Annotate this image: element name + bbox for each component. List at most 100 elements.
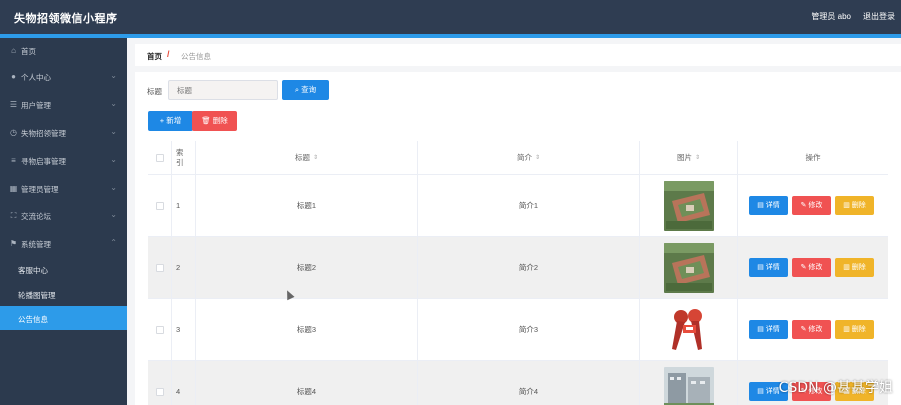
sidebar-item-label: 首页 [21, 47, 36, 56]
delete-button[interactable]: ▥ 删除 [835, 258, 874, 277]
edit-button[interactable]: ✎ 修改 [792, 196, 831, 215]
row-index: 3 [172, 299, 196, 360]
row-checkbox[interactable] [155, 263, 164, 272]
query-button[interactable]: ⌕ 查询 [282, 80, 329, 100]
chevron-down-icon: ⌄ [110, 210, 117, 219]
view-label: 详情 [765, 202, 780, 209]
header-picture[interactable]: 图片 ⇕ [640, 141, 738, 174]
edit-button[interactable]: ✎ 修改 [792, 258, 831, 277]
chevron-up-icon: ⌃ [110, 238, 117, 247]
table-row: 4 标题4 简介4 ▤ 详情 ✎ 修改 ▥ 删除 [148, 361, 888, 405]
current-user-label: 管理员 abo [811, 12, 851, 21]
menu-icon: ≡ [11, 156, 16, 165]
row-checkbox[interactable] [155, 387, 164, 396]
content-panel: 标题 ⌕ 查询 + 新增 🗑 删除 索引 标题⇕ 简介⇕ 图片⇕ 操作 1 [135, 72, 901, 405]
edit-label: 修改 [808, 202, 823, 209]
chevron-down-icon: ⌄ [110, 99, 117, 108]
sidebar: ⌂ 首页 ● 个人中心 ⌄ ☰ 用户管理 ⌄ ◷ 失物招领管理 ⌄ ≡ 寻物启事… [0, 38, 127, 405]
row-checkbox-cell [148, 361, 172, 405]
row-checkbox[interactable] [155, 325, 164, 334]
add-button-label: 新增 [166, 116, 182, 125]
sidebar-item-admin-management[interactable]: ▦ 管理员管理 ⌄ [0, 176, 127, 202]
row-picture-cell [640, 237, 738, 298]
top-header: 失物招领微信小程序 管理员 abo 退出登录 [0, 0, 901, 34]
announcement-table: 索引 标题 ⇕ 简介 ⇕ 图片 ⇕ 操作 1 标题1 简介1 ▤ 详情 ✎ 修改… [148, 141, 888, 405]
sidebar-item-label: 个人中心 [21, 73, 51, 82]
sidebar-subitem-carousel[interactable]: 轮播图管理 [0, 282, 127, 306]
campus-aerial-image[interactable] [663, 242, 714, 293]
row-intro: 简介4 [418, 361, 640, 405]
sidebar-subitem-customer-service[interactable]: 客服中心 [0, 257, 127, 281]
view-label: 详情 [765, 264, 780, 271]
sort-icon[interactable]: ⇕ [695, 154, 700, 161]
row-title: 标题2 [196, 237, 418, 298]
row-title: 标题4 [196, 361, 418, 405]
app-title: 失物招领微信小程序 [14, 13, 118, 25]
sidebar-item-home[interactable]: ⌂ 首页 [0, 38, 127, 64]
chevron-down-icon: ⌄ [110, 71, 117, 80]
header-title[interactable]: 标题 ⇕ [196, 141, 418, 174]
batch-delete-button[interactable]: 🗑 删除 [192, 111, 237, 131]
main-content: 首页 / 公告信息 标题 ⌕ 查询 + 新增 🗑 删除 索引 标题⇕ 简介⇕ 图… [127, 38, 901, 405]
header-index: 索引 [172, 141, 196, 174]
logout-link[interactable]: 退出登录 [863, 11, 895, 22]
chevron-down-icon: ⌄ [110, 155, 117, 164]
view-icon: ▤ [757, 264, 766, 271]
sidebar-item-label: 管理员管理 [21, 185, 59, 194]
sidebar-subitem-label: 公告信息 [18, 315, 48, 324]
table-header: 索引 标题 ⇕ 简介 ⇕ 图片 ⇕ 操作 [148, 141, 888, 175]
sort-icon[interactable]: ⇕ [535, 154, 540, 161]
row-intro: 简介1 [418, 175, 640, 236]
edit-label: 修改 [808, 326, 823, 333]
edit-button[interactable]: ✎ 修改 [792, 320, 831, 339]
delete-label: 删除 [851, 264, 866, 271]
trash-icon: ▥ [843, 326, 852, 333]
home-icon: ⌂ [11, 46, 16, 55]
sidebar-item-user-management[interactable]: ☰ 用户管理 ⌄ [0, 92, 127, 118]
row-picture-cell [640, 175, 738, 236]
row-title: 标题3 [196, 299, 418, 360]
view-button[interactable]: ▤ 详情 [749, 196, 788, 215]
microphones-image[interactable] [663, 304, 714, 355]
header-checkbox-cell [148, 141, 172, 174]
sidebar-item-system-management[interactable]: ⚑ 系统管理 ⌃ [0, 231, 127, 257]
delete-button[interactable]: ▥ 删除 [835, 320, 874, 339]
building-image[interactable] [663, 366, 714, 405]
sidebar-item-label: 交流论坛 [21, 212, 51, 221]
sort-icon[interactable]: ⇕ [313, 154, 318, 161]
row-checkbox-cell [148, 299, 172, 360]
row-operations: ▤ 详情 ✎ 修改 ▥ 删除 [738, 299, 888, 360]
chevron-down-icon: ⌄ [110, 183, 117, 192]
add-button[interactable]: + 新增 [148, 111, 193, 131]
sidebar-item-personal-center[interactable]: ● 个人中心 ⌄ [0, 64, 127, 90]
trash-icon: ▥ [843, 202, 852, 209]
sidebar-item-lost-found[interactable]: ◷ 失物招领管理 ⌄ [0, 120, 127, 146]
delete-label: 删除 [851, 202, 866, 209]
sidebar-subitem-label: 轮播图管理 [18, 291, 56, 300]
title-search-input[interactable] [168, 80, 278, 100]
header-intro[interactable]: 简介 ⇕ [418, 141, 640, 174]
view-button[interactable]: ▤ 详情 [749, 258, 788, 277]
sidebar-item-label: 用户管理 [21, 101, 51, 110]
header-intro-label: 简介 [516, 153, 532, 162]
row-checkbox[interactable] [155, 201, 164, 210]
view-button[interactable]: ▤ 详情 [749, 320, 788, 339]
sidebar-item-forum[interactable]: ⛶ 交流论坛 ⌄ [0, 203, 127, 229]
sidebar-subitem-announcements[interactable]: 公告信息 [0, 306, 127, 330]
campus-aerial-image[interactable] [663, 180, 714, 231]
flag-icon: ⚑ [9, 239, 18, 248]
delete-button[interactable]: ▥ 删除 [835, 196, 874, 215]
delete-label: 删除 [851, 326, 866, 333]
breadcrumb-home[interactable]: 首页 [147, 51, 162, 62]
row-operations: ▤ 详情 ✎ 修改 ▥ 删除 [738, 237, 888, 298]
view-icon: ▤ [757, 326, 766, 333]
select-all-checkbox[interactable] [155, 153, 164, 162]
breadcrumb-current: 公告信息 [181, 52, 211, 61]
sidebar-item-lost-notice[interactable]: ≡ 寻物启事管理 ⌄ [0, 148, 127, 174]
chevron-down-icon: ⌄ [110, 127, 117, 136]
row-index: 4 [172, 361, 196, 405]
view-icon: ▤ [757, 202, 766, 209]
list-icon: ☰ [9, 100, 18, 109]
row-picture-cell [640, 361, 738, 405]
forum-icon: ⛶ [10, 211, 17, 220]
